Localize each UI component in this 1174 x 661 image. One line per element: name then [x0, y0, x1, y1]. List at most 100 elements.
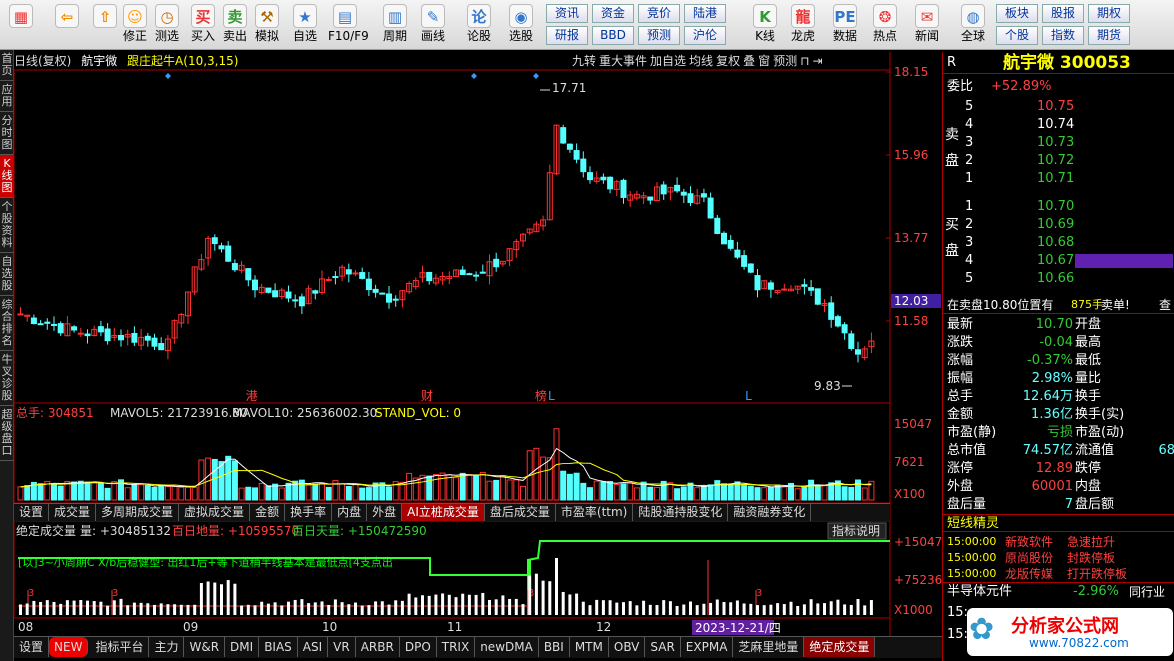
bottom-tab-9[interactable]: DPO: [400, 637, 437, 657]
buy-price[interactable]: 10.67: [1037, 252, 1074, 270]
candle: [332, 276, 339, 279]
vol-bar: [466, 474, 473, 501]
buy-price[interactable]: 10.70: [1037, 198, 1074, 216]
bottom-tab-10[interactable]: TRIX: [437, 637, 476, 657]
buy-price[interactable]: 10.66: [1037, 270, 1074, 288]
indicator-tab-1[interactable]: 成交量: [49, 504, 97, 521]
candle: [801, 284, 808, 287]
vol-tick: 7621: [894, 455, 925, 469]
indicator-tab-4[interactable]: 金额: [250, 504, 286, 521]
vol-bar: [205, 457, 212, 501]
bottom-tab-7[interactable]: VR: [328, 637, 356, 657]
indicator-tab-12[interactable]: 融资融券变化: [728, 504, 812, 521]
bottom-tab-0[interactable]: 设置: [14, 637, 50, 657]
stat-value: -0.04: [1039, 335, 1073, 350]
vol-bar: [51, 483, 57, 501]
vol-bar: [513, 479, 520, 501]
ind-num: 3: [28, 588, 34, 599]
indicator-tab-2[interactable]: 多周期成交量: [96, 504, 180, 521]
vol-bar: [97, 482, 104, 501]
candle: [265, 287, 272, 293]
ind-bar: [126, 605, 130, 615]
sell-price[interactable]: 10.72: [1037, 152, 1074, 170]
bottom-tab-6[interactable]: ASI: [298, 637, 329, 657]
quote-row: 4 10.74: [943, 116, 1174, 134]
vol-bar: [104, 487, 111, 501]
vol-bar: [312, 483, 319, 501]
sell-price[interactable]: 10.75: [1037, 98, 1074, 116]
bottom-tab-2[interactable]: 主力: [149, 637, 185, 657]
ind-bar: [414, 597, 418, 615]
ind-bar: [682, 604, 686, 615]
ind-bar: [608, 600, 612, 615]
bottom-tab-14[interactable]: OBV: [609, 637, 646, 657]
date-tick: 08: [18, 620, 33, 634]
peer-tag[interactable]: 同行业: [1129, 583, 1165, 601]
ind-bar: [581, 601, 585, 615]
indicator-tab-3[interactable]: 虚拟成交量: [179, 504, 251, 521]
sell-price[interactable]: 10.74: [1037, 116, 1074, 134]
indicator-tab-11[interactable]: 陆股通持股变化: [633, 504, 729, 521]
quote-row: 总手 12.64万 换手: [943, 388, 1174, 406]
vol-bar: [171, 486, 178, 501]
candle: [118, 334, 124, 341]
bottom-tab-12[interactable]: BBI: [539, 637, 570, 657]
vol-bar: [781, 485, 788, 501]
bottom-tab-8[interactable]: ARBR: [356, 637, 400, 657]
bottom-tab-13[interactable]: MTM: [570, 637, 609, 657]
vol-bar: [566, 473, 573, 501]
buy-price[interactable]: 10.69: [1037, 216, 1074, 234]
notice-check[interactable]: 查: [1159, 296, 1171, 314]
ind-bar: [179, 604, 183, 615]
buy-level: 4: [965, 253, 974, 268]
bottom-tab-18[interactable]: 绝定成交量: [804, 637, 876, 657]
quote-row: 1 10.71: [943, 170, 1174, 188]
vol-bar: [841, 486, 848, 501]
candle: [225, 245, 232, 262]
candle: [721, 232, 727, 245]
buy-price[interactable]: 10.68: [1037, 234, 1074, 252]
ind-bar: [568, 594, 572, 615]
bottom-tab-16[interactable]: EXPMA: [681, 637, 734, 657]
candle: [754, 275, 761, 291]
bottom-tab-5[interactable]: BIAS: [259, 637, 298, 657]
candle: [325, 278, 332, 281]
event-stock[interactable]: 龙版传媒: [1005, 565, 1053, 583]
tick-time: 15:: [947, 627, 968, 642]
indicator-tab-6[interactable]: 内盘: [332, 504, 368, 521]
sell-price[interactable]: 10.73: [1037, 134, 1074, 152]
quote-row: 涨跌 -0.04 最高: [943, 334, 1174, 352]
bottom-tab-4[interactable]: DMI: [225, 637, 260, 657]
vol-bar: [546, 457, 553, 501]
bottom-tab-11[interactable]: newDMA: [475, 637, 539, 657]
indicator-tab-7[interactable]: 外盘: [367, 504, 403, 521]
ind-bar: [615, 602, 619, 615]
sell-price[interactable]: 10.71: [1037, 170, 1074, 188]
date-tick: 10: [322, 620, 337, 634]
indicator-tab-0[interactable]: 设置: [14, 504, 50, 521]
r-label: R: [947, 55, 957, 70]
stat-label2: 市盈(动): [1075, 425, 1125, 440]
vol-bar: [91, 482, 98, 501]
candle: [231, 263, 238, 271]
ind-bar: [25, 603, 29, 615]
quote-row: 金额 1.36亿 换手(实): [943, 406, 1174, 424]
stat-label2: 盘后额: [1075, 497, 1115, 512]
bottom-tab-17[interactable]: 芝麻里地量: [733, 637, 805, 657]
ind-bar: [421, 595, 424, 615]
ind-bar: [454, 597, 458, 615]
indicator-tab-10[interactable]: 市盈率(ttm): [556, 504, 634, 521]
indicator-tab-8[interactable]: AI立桩成交量: [402, 504, 485, 521]
bottom-tab-1[interactable]: 指标平台: [90, 637, 150, 657]
bottom-tab-3[interactable]: W&R: [184, 637, 226, 657]
vol-bar: [700, 485, 707, 501]
vol-bar: [627, 482, 634, 501]
bottom-tab-15[interactable]: SAR: [645, 637, 681, 657]
indicator-tab-9[interactable]: 盘后成交量: [485, 504, 556, 521]
ind-bar: [367, 605, 371, 615]
weibi-label: 委比: [947, 79, 974, 94]
mavol10: MAVOL10: 25636002.30: [232, 406, 377, 420]
vol-bar: [814, 485, 821, 501]
ind-bar: [320, 601, 324, 615]
indicator-tab-5[interactable]: 换手率: [285, 504, 333, 521]
